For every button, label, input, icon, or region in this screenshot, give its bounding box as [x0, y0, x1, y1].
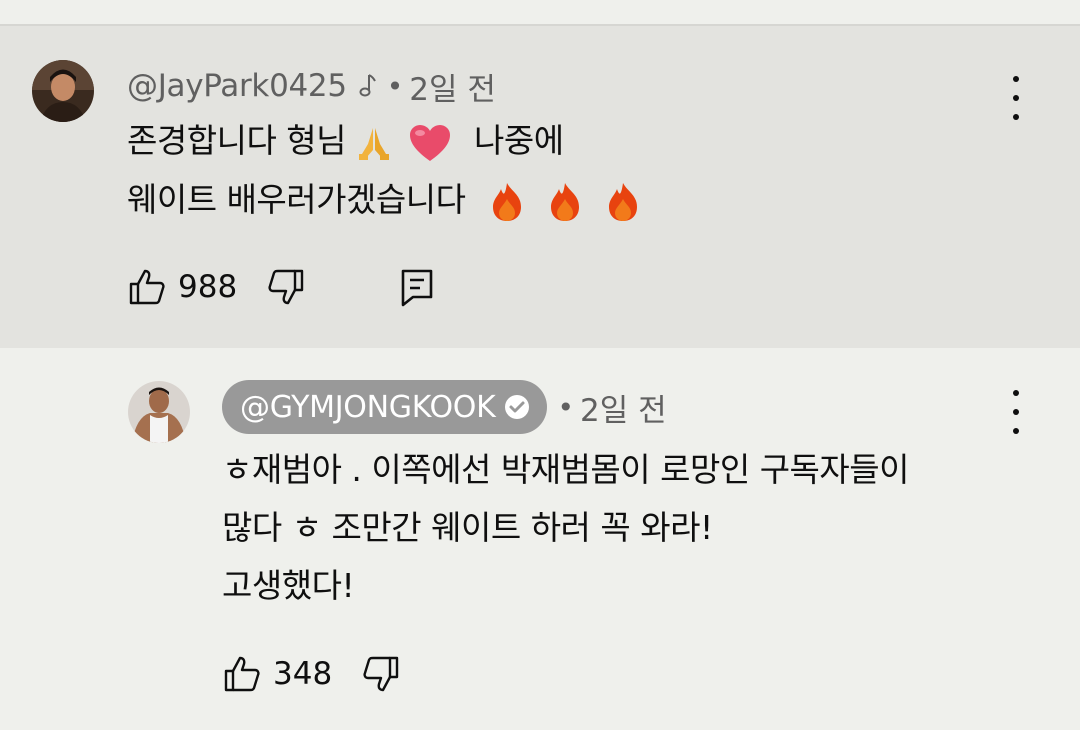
folded-hands-emoji — [356, 124, 392, 162]
comment-text-line-1: 존경합니다 형님 나중에 — [127, 121, 564, 163]
thumb-up-icon[interactable] — [223, 655, 261, 693]
more-vert-icon[interactable] — [1001, 390, 1031, 434]
music-note-icon — [357, 73, 377, 99]
comment-thread-highlighted: @JayPark0425 • 2일 전 존경합니다 형님 나중에 웨이트 배우러… — [0, 26, 1080, 348]
verified-check-icon — [503, 393, 531, 421]
like-count: 348 — [273, 656, 333, 692]
top-divider — [0, 0, 1080, 26]
comment-header: @JayPark0425 • 2일 전 — [127, 66, 496, 108]
heart-emoji — [408, 123, 452, 163]
channel-owner-badge[interactable]: @GYMJONGKOOK — [222, 380, 548, 434]
comment-text-part: 나중에 — [474, 121, 564, 160]
thumb-down-icon[interactable] — [267, 268, 305, 306]
reply-text-line-2: 많다 ㅎ 조만간 웨이트 하러 꼭 와라! — [222, 508, 713, 547]
comment-author[interactable]: @JayPark0425 — [127, 68, 347, 104]
fire-emoji — [605, 181, 641, 223]
comment-text-part: 웨이트 배우러가겠습니다 — [127, 180, 466, 219]
reply-header: @GYMJONGKOOK • 2일 전 — [222, 380, 667, 434]
avatar[interactable] — [32, 60, 94, 122]
like-count: 988 — [178, 269, 238, 305]
comment-text-line-2: 웨이트 배우러가겠습니다 — [127, 180, 641, 223]
reply-text-line-3: 고생했다! — [222, 566, 355, 605]
thumb-down-icon[interactable] — [362, 655, 400, 693]
reply-author: @GYMJONGKOOK — [240, 389, 496, 425]
comment-actions: 988 — [128, 266, 435, 308]
thumb-up-icon[interactable] — [128, 268, 166, 306]
separator-dot: • — [557, 390, 574, 424]
reply-text-line-1: ㅎ재범아 . 이쪽에선 박재범몸이 로망인 구독자들이 — [222, 450, 910, 489]
reply-time: 2일 전 — [579, 392, 667, 429]
avatar[interactable] — [128, 381, 190, 443]
fire-emoji — [489, 181, 525, 223]
reply-item: @GYMJONGKOOK • 2일 전 ㅎ재범아 . 이쪽에선 박재범몸이 로망… — [0, 348, 1080, 730]
reply-icon[interactable] — [399, 267, 435, 307]
fire-emoji — [547, 181, 583, 223]
more-vert-icon[interactable] — [1001, 76, 1031, 120]
reply-actions: 348 — [223, 653, 400, 695]
comment-time: 2일 전 — [409, 71, 496, 108]
separator-dot: • — [386, 69, 404, 103]
comment-text-part: 존경합니다 형님 — [127, 121, 347, 160]
